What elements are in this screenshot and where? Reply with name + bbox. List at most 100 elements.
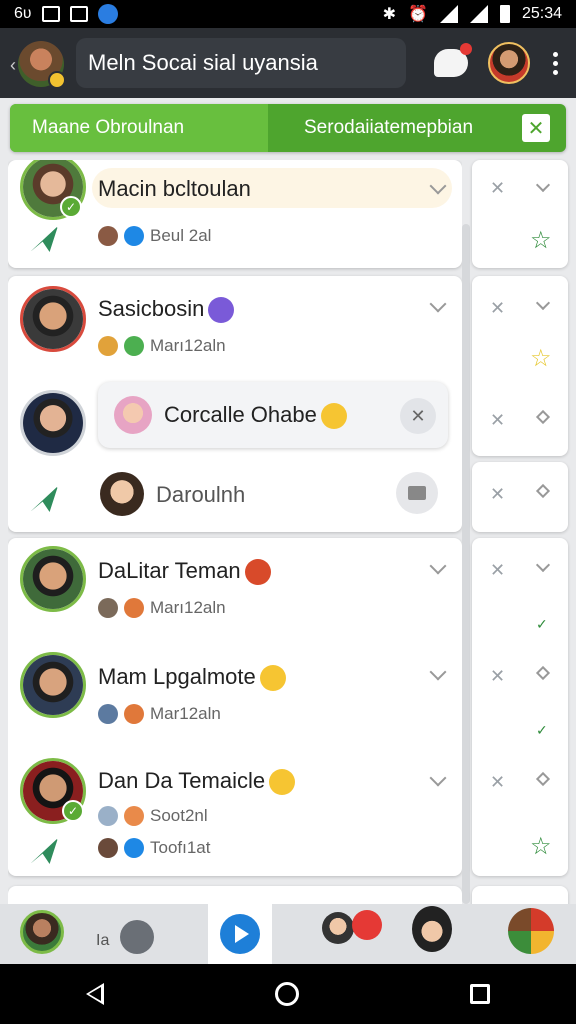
tab-secondary[interactable]: Serodaiiatemepbian ✕ xyxy=(268,104,566,152)
chevron-down-icon[interactable] xyxy=(429,663,447,681)
house-icon xyxy=(98,598,118,618)
bluetooth-icon: ✱ xyxy=(382,6,397,23)
tab-secondary-label: Serodaiiatemepbian xyxy=(304,117,474,138)
diamond-icon[interactable] xyxy=(535,483,551,499)
contact-name: Dan Da Temaicle xyxy=(98,768,296,796)
chat-card[interactable]: ✓ Macin bcltoulan Beul 2al xyxy=(8,160,462,268)
back-button[interactable]: ‹ xyxy=(10,37,68,89)
chevron-down-icon[interactable] xyxy=(429,295,447,313)
status-text: Soot2nl xyxy=(150,806,208,825)
status-text: Marı12aln xyxy=(150,598,226,617)
app-title[interactable]: Meln Socai sial uyansia xyxy=(76,38,406,88)
pin-icon[interactable]: ✕ xyxy=(490,410,512,432)
send-icon[interactable] xyxy=(30,838,58,864)
avatar[interactable] xyxy=(322,912,354,944)
face-emoji-icon xyxy=(320,403,347,430)
status-text: Beul 2al xyxy=(150,226,212,245)
status-text: Marı12aln xyxy=(150,336,226,355)
search-app-icon xyxy=(97,4,118,24)
pin-icon[interactable]: ✕ xyxy=(490,772,512,794)
tab-bar: Maane Obroulnan Serodaiiatemepbian ✕ xyxy=(10,104,566,152)
chevron-down-icon[interactable] xyxy=(429,557,447,575)
call-search-pill[interactable]: Corcalle Ohabe ✕ xyxy=(98,382,448,448)
play-icon[interactable] xyxy=(220,914,260,954)
action-column: ✕ ☆ ✕ ☆ ✕ ✕ ✕ ✓ ✕ ✓ ✕ ☆ xyxy=(472,160,568,926)
chevron-down-icon[interactable] xyxy=(535,177,551,193)
chat-bubble-icon[interactable] xyxy=(434,43,472,77)
recents-icon[interactable] xyxy=(470,984,491,1004)
more-options-icon[interactable] xyxy=(553,51,558,75)
chevron-down-icon[interactable] xyxy=(429,769,447,787)
chat-card[interactable] xyxy=(8,886,462,904)
contact-name-text: Dan Da Temaicle xyxy=(98,768,266,793)
video-call-button[interactable] xyxy=(396,472,438,514)
person-icon xyxy=(98,226,118,246)
signal-icon xyxy=(439,5,458,23)
chat-card[interactable]: Sasicbosin Marı12aln Corcalle Ohabe ✕ Da… xyxy=(8,276,462,532)
home-icon[interactable] xyxy=(274,982,299,1006)
like-icon[interactable] xyxy=(120,920,154,954)
send-icon[interactable] xyxy=(30,486,58,512)
pin-icon[interactable]: ✕ xyxy=(490,560,512,582)
diamond-icon[interactable] xyxy=(535,409,551,425)
close-tab-icon[interactable]: ✕ xyxy=(522,114,550,142)
call-label-text: Corcalle Ohabe xyxy=(164,402,317,427)
contact-name: Mam Lpgalmote xyxy=(98,664,286,692)
avatar[interactable] xyxy=(508,908,554,954)
action-card: ✕ ✓ ✕ ✓ ✕ ☆ xyxy=(472,538,568,876)
avatar xyxy=(20,546,86,612)
contact-name-text: DaLitar Teman xyxy=(98,558,241,583)
action-card: ✕ ☆ ✕ xyxy=(472,276,568,456)
close-call-icon[interactable]: ✕ xyxy=(400,398,436,434)
contact-name-text: Mam Lpgalmote xyxy=(98,664,256,689)
scrollbar[interactable] xyxy=(462,224,470,904)
status-text-2: Toofı1at xyxy=(150,838,211,857)
bird-icon xyxy=(124,226,144,246)
avatar[interactable] xyxy=(412,906,452,952)
contact-status: Marı12aln xyxy=(98,336,226,356)
alarm-icon: ⏰ xyxy=(408,6,428,23)
pin-icon[interactable]: ✕ xyxy=(490,666,512,688)
messenger-icon xyxy=(208,297,235,324)
diamond-icon[interactable] xyxy=(535,771,551,787)
chevron-down-icon[interactable] xyxy=(535,295,551,311)
notification-icon xyxy=(41,6,60,22)
action-card: ✕ ☆ xyxy=(472,160,568,268)
chat-list: ✓ Macin bcltoulan Beul 2al Sasicbosin Ma… xyxy=(8,160,462,904)
app-bar: ‹ Meln Socai sial uyansia xyxy=(0,28,576,98)
avatar[interactable] xyxy=(20,910,64,954)
box-icon xyxy=(124,704,144,724)
chevron-down-icon[interactable] xyxy=(535,557,551,573)
signal-icon-2 xyxy=(469,5,488,23)
person-icon xyxy=(98,838,118,858)
hand-icon xyxy=(98,336,118,356)
online-check-icon: ✓ xyxy=(62,800,84,822)
diamond-icon[interactable] xyxy=(535,665,551,681)
pin-icon[interactable]: ✕ xyxy=(490,178,512,200)
clock: 25:34 xyxy=(521,5,562,22)
star-icon[interactable]: ☆ xyxy=(530,344,552,373)
pin-icon[interactable]: ✕ xyxy=(490,298,512,320)
contact-name: Daroulnh xyxy=(156,482,246,507)
profile-avatar[interactable] xyxy=(488,42,530,84)
back-icon[interactable] xyxy=(85,983,104,1005)
status-text: Mar12aln xyxy=(150,704,221,723)
contact-name: DaLitar Teman xyxy=(98,558,271,586)
contact-status: Mar12aln xyxy=(98,704,221,724)
bird-icon xyxy=(124,838,144,858)
check-icon: ✓ xyxy=(536,722,548,738)
caller-avatar xyxy=(114,396,152,434)
send-icon[interactable] xyxy=(30,226,58,252)
play-tile[interactable] xyxy=(208,904,272,964)
notification-badge-icon[interactable] xyxy=(352,910,382,940)
fire-icon xyxy=(244,559,271,586)
smirk-emoji-icon xyxy=(269,769,296,796)
image-icon xyxy=(69,6,88,22)
star-icon[interactable]: ☆ xyxy=(530,832,552,861)
bottom-label: Ia xyxy=(96,932,110,949)
chevron-left-icon: ‹ xyxy=(10,55,16,75)
tab-primary[interactable]: Maane Obroulnan xyxy=(10,104,268,152)
pin-icon[interactable]: ✕ xyxy=(490,484,512,506)
chat-card[interactable]: DaLitar Teman Marı12aln Mam Lpgalmote Ma… xyxy=(8,538,462,876)
star-icon[interactable]: ☆ xyxy=(530,226,552,255)
